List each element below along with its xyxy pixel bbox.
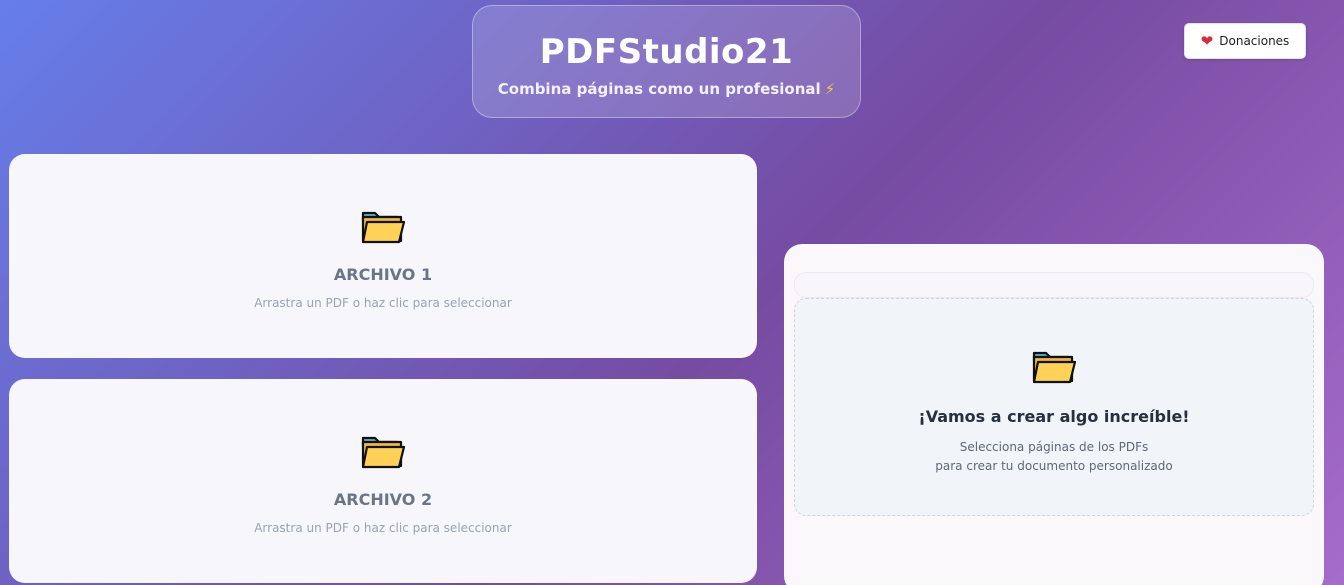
folder-icon (360, 434, 406, 470)
lightning-icon: ⚡ (824, 80, 836, 98)
heart-icon: ❤ (1200, 32, 1214, 50)
donate-button[interactable]: ❤ Donaciones (1184, 23, 1306, 59)
upload-hint: Arrastra un PDF o haz clic para seleccio… (254, 296, 512, 310)
app-subtitle: Combina páginas como un profesional ⚡ (473, 80, 860, 98)
app-title: PDFStudio21 (539, 32, 794, 72)
upload-hint: Arrastra un PDF o haz clic para seleccio… (254, 521, 512, 535)
subtitle-text: Combina páginas como un profesional (497, 80, 821, 98)
preview-description: Selecciona páginas de los PDFs para crea… (935, 438, 1172, 476)
folder-icon (1031, 349, 1077, 385)
upload-title: ARCHIVO 1 (333, 265, 433, 284)
preview-title: ¡Vamos a crear algo increíble! (918, 407, 1190, 426)
upload-title: ARCHIVO 2 (333, 490, 433, 509)
preview-panel: ¡Vamos a crear algo increíble! Seleccion… (784, 244, 1324, 585)
preview-toolbar (794, 272, 1314, 298)
preview-dropzone[interactable]: ¡Vamos a crear algo increíble! Seleccion… (794, 298, 1314, 516)
header-card: PDFStudio21 Combina páginas como un prof… (472, 5, 861, 118)
preview-desc-line-1: Selecciona páginas de los PDFs (959, 440, 1149, 454)
upload-card-file-1[interactable]: ARCHIVO 1 Arrastra un PDF o haz clic par… (9, 154, 757, 358)
folder-icon (360, 209, 406, 245)
preview-desc-line-2: para crear tu documento personalizado (935, 459, 1173, 473)
donate-label: Donaciones (1219, 34, 1290, 48)
upload-card-file-2[interactable]: ARCHIVO 2 Arrastra un PDF o haz clic par… (9, 379, 757, 583)
